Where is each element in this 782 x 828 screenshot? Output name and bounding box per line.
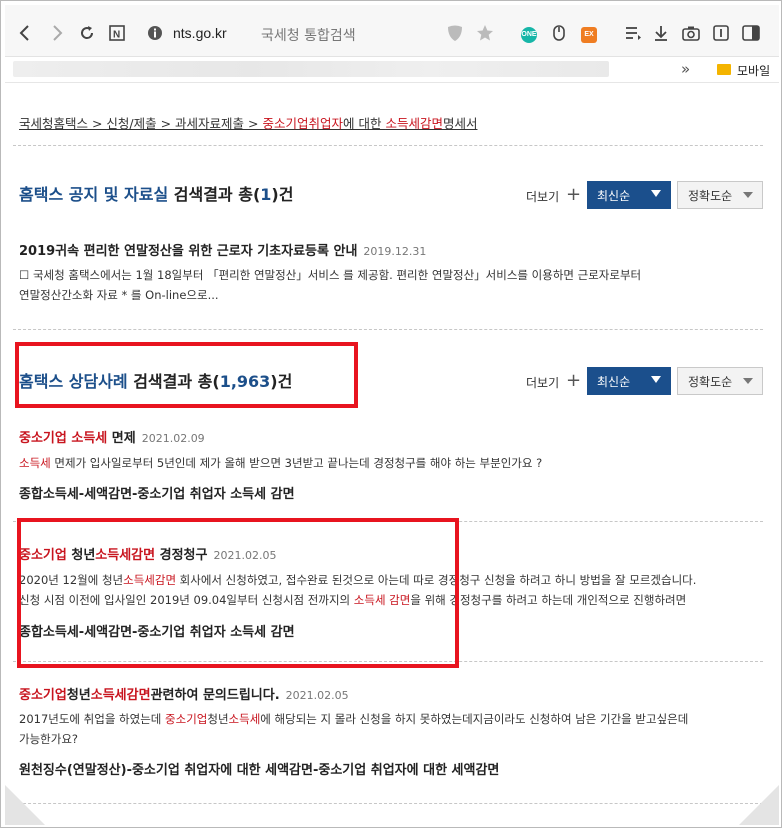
more-link[interactable]: 더보기 — [526, 188, 559, 205]
result-count: 1 — [260, 185, 272, 204]
desc-text: 2017년도에 취업을 하였는데 — [19, 712, 166, 726]
desc-text: 면제가 입사일로부터 5년인데 제가 올해 받으면 3년받고 끝나는데 경정청구… — [50, 456, 543, 470]
sidebar-icon[interactable] — [741, 23, 761, 43]
desc-line: 2017년도에 취업을 하였는데 중소기업청년소득세에 해당되는 지 몰라 신청… — [19, 709, 763, 729]
shield-icon[interactable] — [445, 23, 465, 43]
list-icon[interactable] — [623, 23, 643, 43]
item-title-highlight: 중소기업 소득세 — [19, 431, 108, 446]
divider — [13, 803, 763, 804]
item-date: 2021.02.09 — [141, 432, 205, 445]
back-icon[interactable] — [15, 23, 35, 43]
section-title-notices: 홈택스 공지 및 자료실 검색결과 총(1)건 — [19, 181, 293, 205]
sort-accuracy-button[interactable]: 정확도순 — [677, 367, 763, 395]
folder-icon — [717, 64, 731, 75]
section-title-end: )건 — [271, 185, 294, 204]
bookmark-folder-mobile[interactable]: 모바일 — [737, 62, 770, 79]
divider — [13, 329, 763, 330]
item-title-highlight: 소득세감면 — [90, 688, 151, 703]
more-link[interactable]: 더보기 — [526, 374, 559, 391]
breadcrumb-pre: 국세청홈택스 > 신청/제출 > 과세자료제출 > — [19, 116, 263, 131]
mouse-icon[interactable] — [549, 23, 569, 43]
result-item-title[interactable]: 2019귀속 편리한 연말정산을 위한 근로자 기초자료등록 안내 2019.12… — [19, 240, 426, 259]
url-page-title[interactable]: 국세청 통합검색 — [261, 25, 356, 45]
item-title-text: 면제 — [107, 431, 136, 446]
breadcrumb-mid: 에 대한 — [343, 116, 386, 131]
result-item-title[interactable]: 중소기업청년소득세감면관련하여 문의드립니다. 2021.02.05 — [19, 684, 349, 703]
item-date: 2019.12.31 — [363, 245, 427, 258]
breadcrumb-post: 명세서 — [442, 116, 478, 131]
reader-icon[interactable]: N — [107, 23, 127, 43]
item-date: 2021.02.05 — [285, 689, 349, 702]
plus-icon[interactable]: + — [566, 372, 581, 390]
info-icon[interactable] — [145, 23, 165, 43]
breadcrumb-highlight: 소득세감면 — [385, 116, 443, 131]
camera-icon[interactable] — [681, 23, 701, 43]
desc-line: 연말정산간소화 자료 * 를 On-line으로... — [19, 288, 219, 302]
item-title-text: 2019귀속 편리한 연말정산을 위한 근로자 기초자료등록 안내 — [19, 244, 358, 259]
desc-line: ☐ 국세청 홈택스에서는 1월 18일부터 「편리한 연말정산」서비스 를 제공… — [19, 268, 642, 282]
result-breadcrumb-link[interactable]: 국세청홈택스 > 신청/제출 > 과세자료제출 > 중소기업취업자에 대한 소득… — [19, 113, 477, 132]
divider — [13, 145, 763, 146]
reload-icon[interactable] — [77, 23, 97, 43]
caret-down-icon — [651, 376, 661, 383]
page-corner-decoration — [739, 785, 779, 825]
star-icon[interactable] — [475, 23, 495, 43]
caret-down-icon — [743, 192, 753, 198]
desc-highlight: 중소기업 — [165, 712, 208, 726]
result-item-description: 2017년도에 취업을 하였는데 중소기업청년소득세에 해당되는 지 몰라 신청… — [19, 709, 763, 749]
desc-highlight: 소득세 — [228, 712, 261, 726]
sort-latest-button[interactable]: 최신순 — [587, 181, 671, 209]
sort-latest-button[interactable]: 최신순 — [587, 367, 671, 395]
ex-extension-icon[interactable]: EX — [581, 27, 597, 43]
caret-down-icon — [651, 190, 661, 197]
desc-text: 청년 — [207, 712, 229, 726]
result-item-description: ☐ 국세청 홈택스에서는 1월 18일부터 「편리한 연말정산」서비스 를 제공… — [19, 265, 763, 305]
blurred-bookmarks — [13, 61, 609, 77]
screenshot-frame: N nts.go.kr 국세청 통합검색 ONE EX » 모바일 국세청홈택스… — [0, 0, 782, 828]
item-title-highlight: 중소기업 — [19, 688, 67, 703]
section-title-main: 홈택스 공지 및 자료실 — [19, 185, 169, 204]
annotation-box-section-title — [15, 342, 358, 408]
breadcrumb-highlight: 중소기업취업자 — [262, 116, 343, 131]
sort-accuracy-label: 정확도순 — [688, 188, 733, 203]
sort-accuracy-label: 정확도순 — [688, 374, 733, 389]
desc-line: 가능한가요? — [19, 732, 79, 746]
item-title-text: 관련하여 문의드립니다. — [150, 688, 280, 703]
forward-icon[interactable] — [47, 23, 67, 43]
desc-text: 에 해당되는 지 몰라 신청을 하지 못하였는데지금이라도 신청하여 남은 기간… — [260, 712, 689, 726]
plus-icon[interactable]: + — [566, 186, 581, 204]
result-item-category[interactable]: 원천징수(연말정산)-중소기업 취업자에 대한 세액감면-중소기업 취업자에 대… — [19, 759, 499, 778]
sort-latest-label: 최신순 — [597, 188, 631, 203]
desc-highlight: 소득세 — [19, 456, 51, 470]
result-item-title[interactable]: 중소기업 소득세 면제 2021.02.09 — [19, 427, 205, 446]
result-item-description: 소득세 면제가 입사일로부터 5년인데 제가 올해 받으면 3년받고 끝나는데 … — [19, 453, 763, 473]
bookmarks-more-button[interactable]: » — [681, 60, 690, 78]
result-item-category[interactable]: 종합소득세-세액감면-중소기업 취업자 소득세 감면 — [19, 483, 295, 502]
one-extension-icon[interactable]: ONE — [521, 27, 537, 43]
item-title-text: 청년 — [66, 688, 91, 703]
sort-accuracy-button[interactable]: 정확도순 — [677, 181, 763, 209]
section-title-rest: 검색결과 총( — [168, 185, 261, 204]
svg-text:N: N — [113, 30, 120, 41]
caret-down-icon — [743, 378, 753, 384]
tab-icon[interactable] — [711, 23, 731, 43]
annotation-box-result-item — [17, 518, 459, 668]
url-host[interactable]: nts.go.kr — [173, 25, 227, 41]
page-content: 국세청홈택스 > 신청/제출 > 과세자료제출 > 중소기업취업자에 대한 소득… — [5, 83, 779, 825]
sort-latest-label: 최신순 — [597, 374, 631, 389]
page-corner-decoration — [5, 785, 45, 825]
bookmarks-bar: » 모바일 — [5, 57, 779, 83]
download-icon[interactable] — [651, 23, 671, 43]
browser-toolbar: N nts.go.kr 국세청 통합검색 ONE EX — [5, 5, 779, 57]
